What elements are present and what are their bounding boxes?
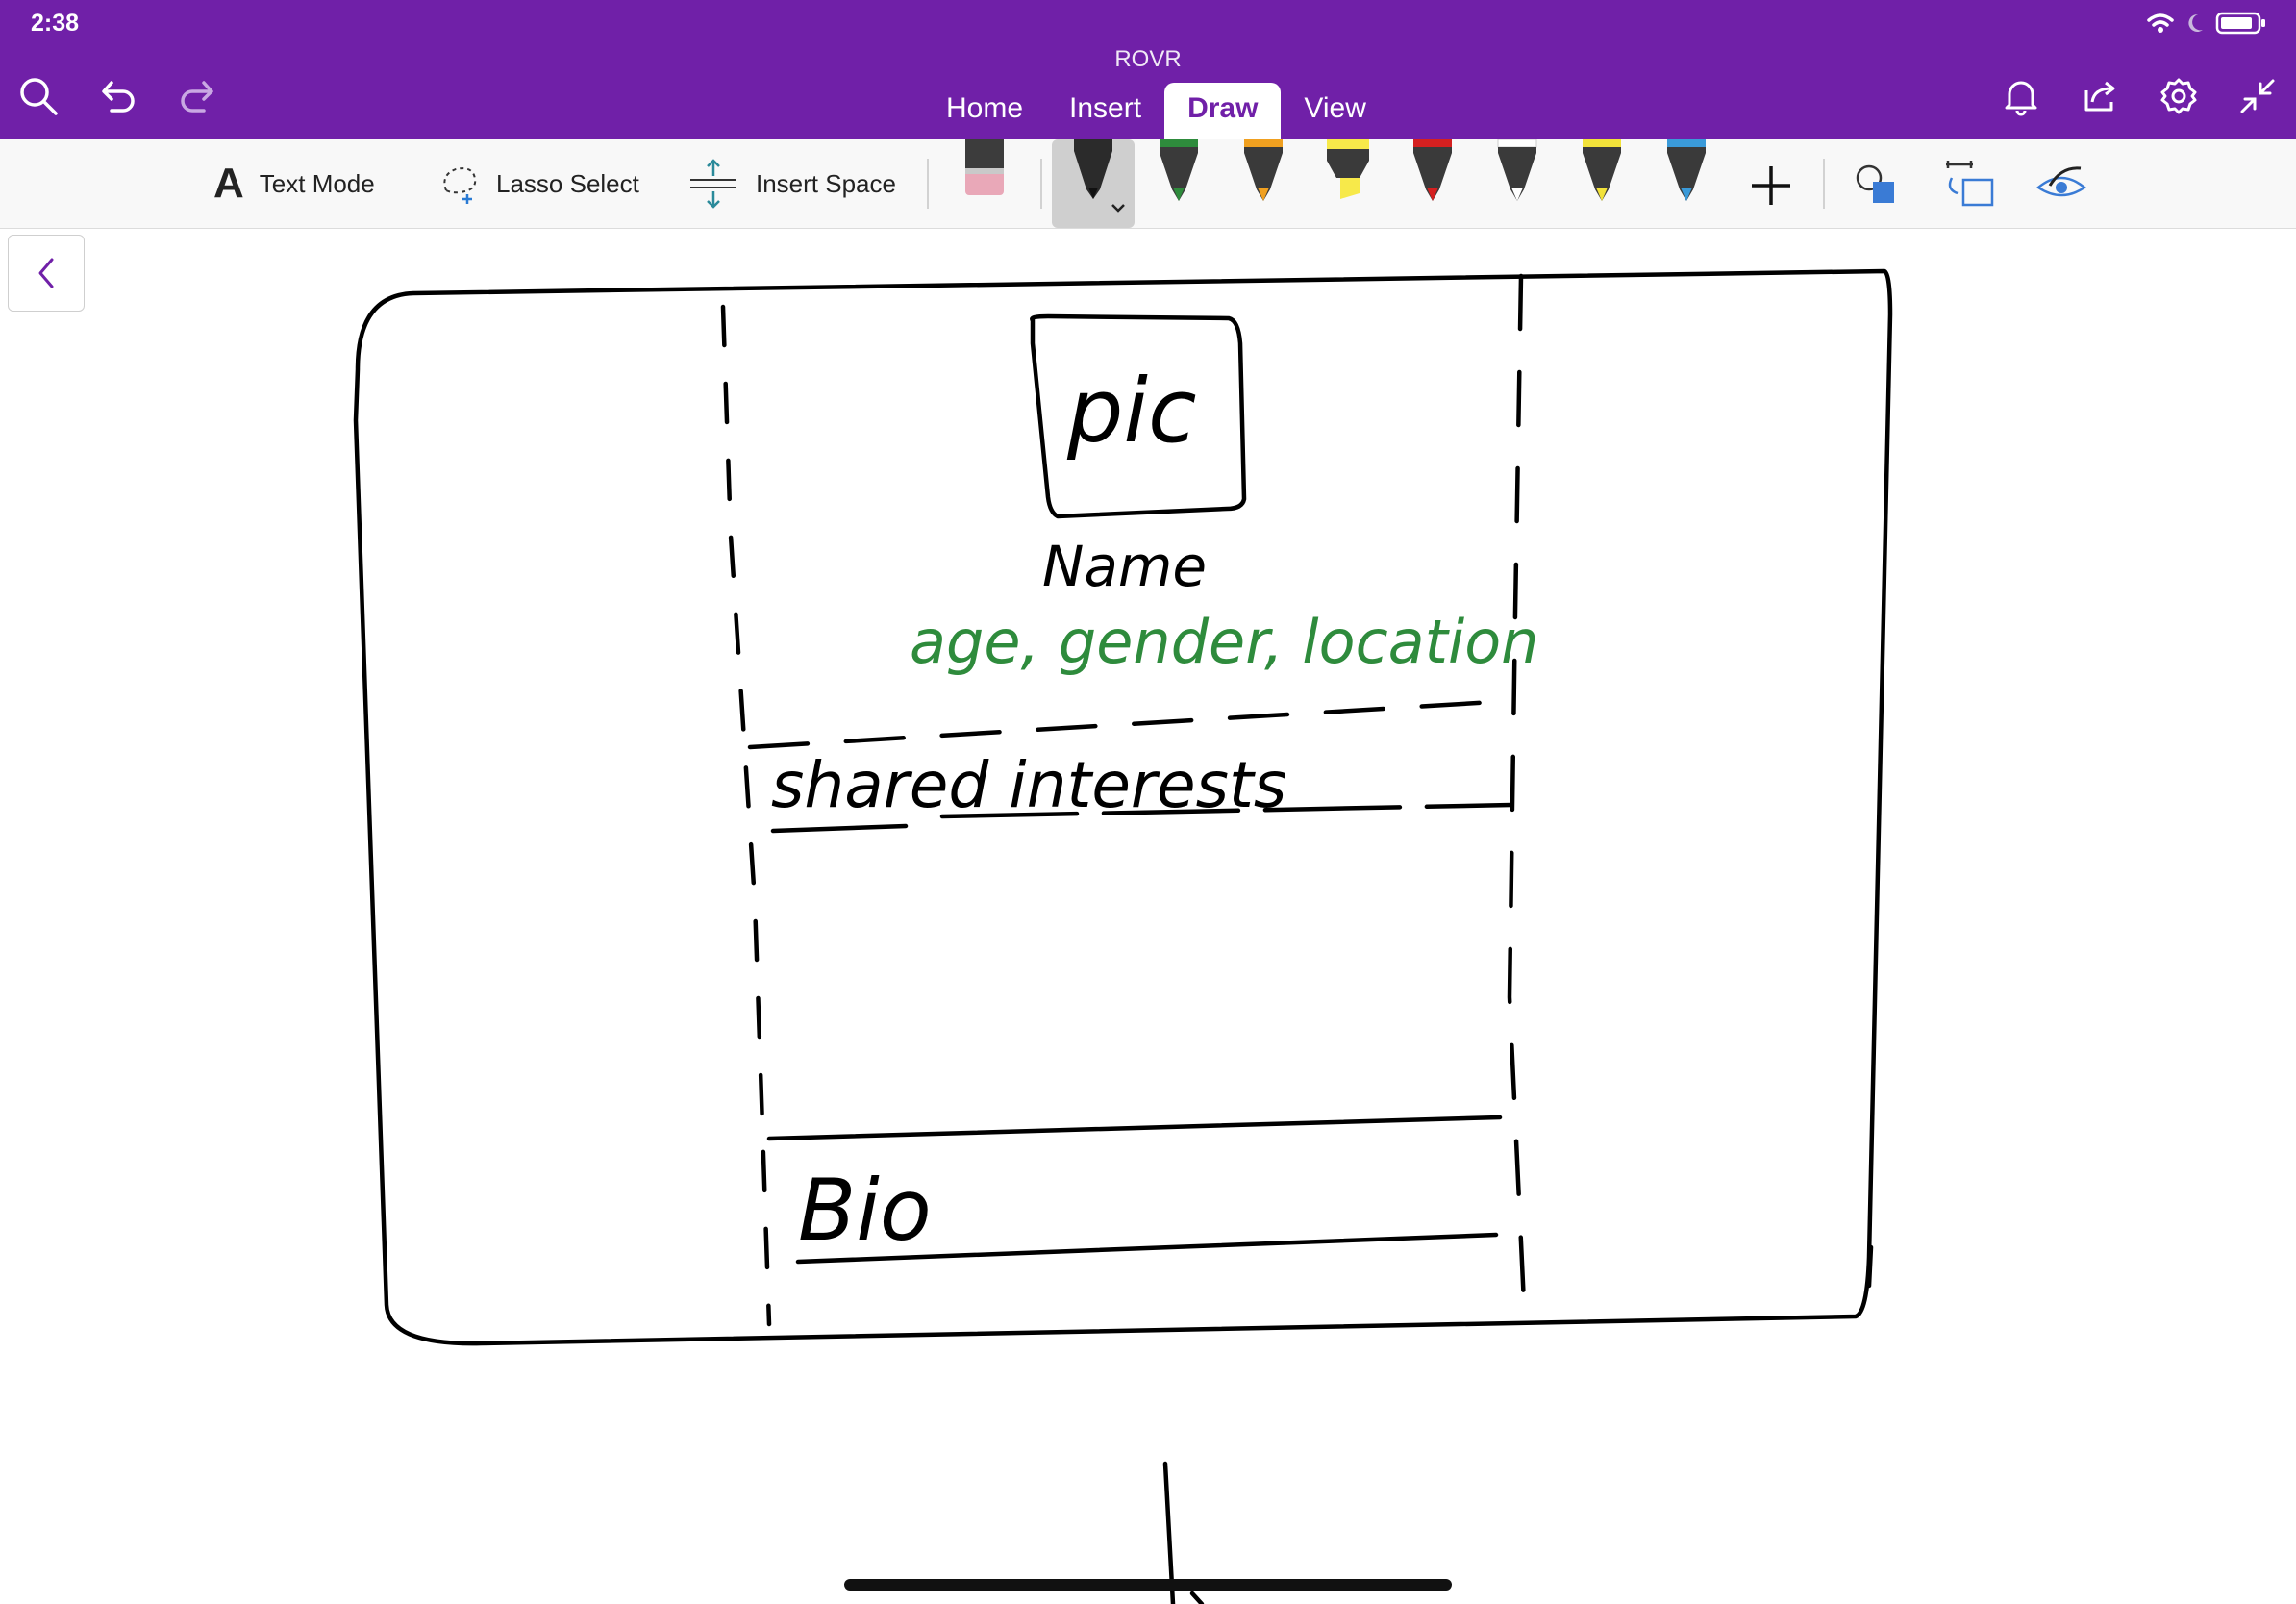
home-indicator[interactable] [844,1579,1452,1591]
sketch-dashed-separator [747,698,1512,750]
eraser-tool[interactable] [954,139,1015,228]
collapse-icon[interactable] [2234,73,2281,119]
sketch-name-label: Name [1042,534,1207,599]
lasso-icon [443,167,477,204]
tab-home[interactable]: Home [923,83,1046,139]
lasso-select-label: Lasso Select [496,168,639,198]
gear-icon[interactable] [2156,73,2202,119]
sketch-right-dashed-line [1507,273,1528,1327]
app-title: ROVR [1114,46,1182,72]
sketch-pic-label: pic [1066,360,1197,463]
orange-pen-tool[interactable] [1233,139,1294,228]
white-pen-tool[interactable] [1486,138,1548,228]
yellow-pen-tool[interactable] [1571,139,1633,228]
tab-view[interactable]: View [1281,83,1388,139]
red-pen-tool[interactable] [1402,139,1463,228]
status-time: 2:38 [31,10,80,37]
black-pen-tool[interactable] [1052,139,1135,228]
yellow-highlighter-tool[interactable] [1317,139,1379,228]
drawing-canvas[interactable]: pic Name age, gender, location shared in… [0,228,2296,1604]
add-pen-icon[interactable] [1742,157,1800,214]
tab-insert[interactable]: Insert [1046,83,1164,139]
blue-pen-tool[interactable] [1656,139,1717,228]
ink-replay-icon[interactable] [2033,157,2090,214]
share-icon[interactable] [2077,73,2123,119]
draw-toolbar: A Text Mode Lasso Select Insert Space [0,138,2296,229]
text-mode-label: Text Mode [259,168,375,198]
green-pen-tool[interactable] [1148,139,1210,228]
ink-to-shape-icon[interactable] [1940,157,1998,214]
wifi-icon [2147,13,2174,33]
bell-icon[interactable] [1998,73,2044,119]
sketch-left-dashed-line [720,304,772,1327]
tab-draw[interactable]: Draw [1164,83,1282,139]
toolbar-divider [927,159,929,209]
insert-space-label: Insert Space [756,168,896,198]
status-icons [2146,10,2267,37]
moon-icon [2188,13,2203,32]
toolbar-divider [1823,159,1825,209]
sketch-bio-top-line [766,1115,1503,1141]
redo-icon[interactable] [173,73,219,119]
sketch-bio-label: Bio [798,1161,932,1260]
sketch-details-label: age, gender, location [910,607,1538,677]
ribbon-tabs: Home Insert Draw View [923,83,1389,139]
undo-icon[interactable] [96,73,142,119]
battery-icon [2215,12,2265,35]
text-mode-button[interactable]: A Text Mode [213,157,375,211]
insert-space-button[interactable]: Insert Space [686,157,896,211]
app-header: 2:38 ROVR Home Insert Draw View [0,0,2296,139]
text-mode-icon: A [213,160,244,207]
search-icon[interactable] [15,73,62,119]
insert-space-icon [690,159,736,209]
toolbar-divider [1040,159,1042,209]
sketch-shared-interests-label: shared interests [771,748,1286,822]
shapes-icon[interactable] [1848,157,1906,214]
lasso-select-button[interactable]: Lasso Select [437,157,639,211]
